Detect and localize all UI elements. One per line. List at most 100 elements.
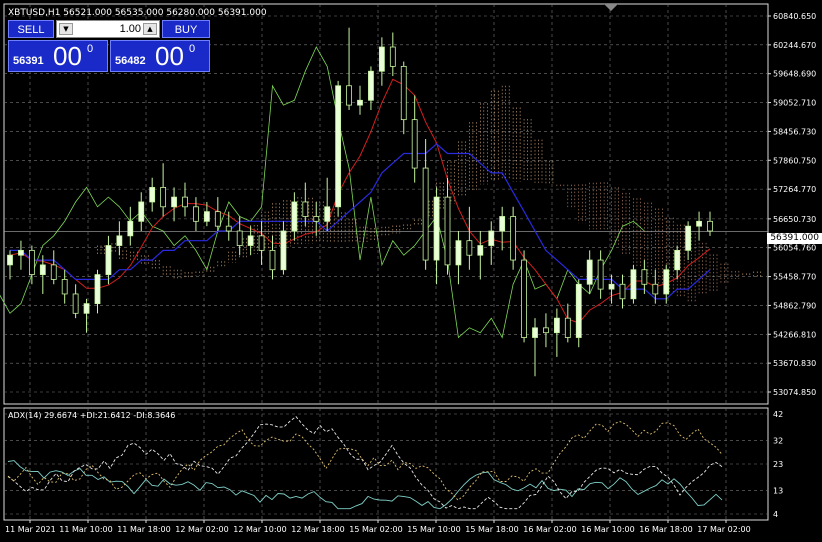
candle-body [466, 240, 473, 256]
one-click-trading-panel: SELL ▼ 1.00 ▲ BUY 56391 00 0 56482 00 0 [8, 20, 210, 72]
candle-body [160, 187, 167, 208]
candle-body [619, 283, 626, 300]
buy-price-base: 56482 [115, 55, 146, 67]
candle-body [499, 216, 506, 232]
candle-body [685, 225, 692, 251]
current-price-tag: 56391.000 [767, 233, 822, 244]
price-tick-label: 58456.730 [773, 127, 816, 136]
price-tick-label: 56054.760 [773, 244, 816, 253]
time-tick-label: 16 Mar 18:00 [639, 525, 692, 534]
time-tick-label: 15 Mar 02:00 [349, 525, 402, 534]
candle-body [50, 264, 57, 280]
candle-body [411, 119, 418, 169]
candle-body [149, 187, 156, 203]
candle-body [83, 303, 90, 314]
sell-button[interactable]: SELL [8, 20, 54, 38]
lot-size-value[interactable]: 1.00 [75, 21, 141, 37]
buy-price-sup: 0 [189, 43, 196, 55]
candle-body [663, 269, 670, 295]
price-tick-label: 59648.690 [773, 70, 816, 79]
candle-body [641, 269, 648, 285]
time-tick-label: 12 Mar 02:00 [175, 525, 228, 534]
candle-body [543, 327, 549, 334]
candle-body [203, 211, 210, 222]
buy-button[interactable]: BUY [162, 20, 210, 38]
candle-body [597, 259, 604, 290]
price-tick-label: 53670.830 [773, 359, 816, 368]
candle-body [521, 259, 527, 338]
sell-price-big: 00 [53, 41, 82, 71]
price-tick-label: 57860.750 [773, 156, 816, 165]
time-tick-label: 11 Mar 2021 [5, 525, 56, 534]
time-tick-label: 15 Mar 18:00 [465, 525, 518, 534]
price-chart[interactable]: 60840.650 60244.670 59648.690 59052.710 5845… [0, 0, 822, 542]
candle-body [280, 230, 287, 271]
candle-body [193, 206, 199, 222]
candle-body [18, 249, 24, 256]
candle-body [455, 240, 462, 266]
price-tick-label: 60840.650 [773, 12, 816, 21]
price-tick-label: 54266.810 [773, 330, 816, 339]
candle-body [127, 220, 134, 237]
adx-label: ADX(14) 29.6674 +DI:21.6412 -DI:8.3646 [8, 411, 175, 420]
candle-body [302, 201, 309, 217]
candle-body [400, 65, 407, 121]
candle-body [357, 99, 363, 106]
candle-body [39, 264, 46, 275]
candle-body [214, 211, 221, 227]
candle-body [116, 235, 123, 246]
time-tick-label: 12 Mar 18:00 [291, 525, 344, 534]
indicator-tick-label: 32 [773, 436, 783, 445]
candle-body [105, 245, 112, 275]
price-tick-label: 53074.850 [773, 388, 816, 397]
candle-body [586, 259, 593, 285]
candle-body [553, 317, 560, 334]
sell-price-box[interactable]: 56391 00 0 [8, 40, 108, 72]
candle-body [335, 85, 342, 208]
time-tick-label: 12 Mar 10:00 [233, 525, 286, 534]
candle-body [269, 249, 276, 271]
candle-body [564, 317, 571, 338]
candle-body [630, 269, 637, 300]
time-tick-label: 17 Mar 02:00 [697, 525, 750, 534]
candle-body [324, 206, 331, 222]
symbol-info: XBTUSD,H1 56521.000 56535.000 56280.000 … [8, 8, 267, 18]
candle-body [532, 327, 538, 338]
candle-body [378, 46, 385, 72]
candle-body [61, 279, 68, 295]
time-tick-label: 16 Mar 10:00 [581, 525, 634, 534]
price-tick-label: 55458.770 [773, 273, 816, 282]
price-tick-label: 59052.710 [773, 99, 816, 108]
time-tick-label: 16 Mar 02:00 [523, 525, 576, 534]
time-tick-label: 11 Mar 10:00 [59, 525, 112, 534]
candle-body [313, 216, 320, 222]
lot-dropdown-icon[interactable]: ▼ [59, 23, 73, 35]
candle-body [94, 274, 101, 305]
buy-price-box[interactable]: 56482 00 0 [110, 40, 210, 72]
sell-price-sup: 0 [87, 43, 94, 55]
candle-body [608, 283, 615, 290]
lot-size-field[interactable]: ▼ 1.00 ▲ [56, 20, 160, 38]
price-tick-label: 60244.670 [773, 41, 816, 50]
indicator-tick-label: 4 [773, 510, 778, 519]
candle-body [674, 249, 681, 271]
lot-increase-icon[interactable]: ▲ [143, 23, 157, 35]
price-axis: 60840.650 60244.670 59648.690 59052.710 5845… [768, 12, 816, 397]
candle-body [247, 235, 254, 246]
candle-body [182, 196, 188, 208]
indicator-tick-label: 23 [773, 460, 783, 469]
candle-body [422, 167, 429, 261]
candle-body [291, 201, 298, 232]
candle-body [368, 70, 374, 101]
candle-body [28, 249, 35, 275]
candle-body [236, 230, 243, 246]
time-tick-label: 11 Mar 18:00 [117, 525, 170, 534]
candle-body [575, 283, 582, 338]
price-tick-label: 57264.770 [773, 185, 816, 194]
candle-body [138, 201, 145, 222]
candle-body [707, 220, 713, 232]
time-tick-label: 15 Mar 10:00 [407, 525, 460, 534]
candle-body [433, 196, 440, 261]
candle-body [72, 293, 79, 314]
candle-body [346, 85, 352, 106]
